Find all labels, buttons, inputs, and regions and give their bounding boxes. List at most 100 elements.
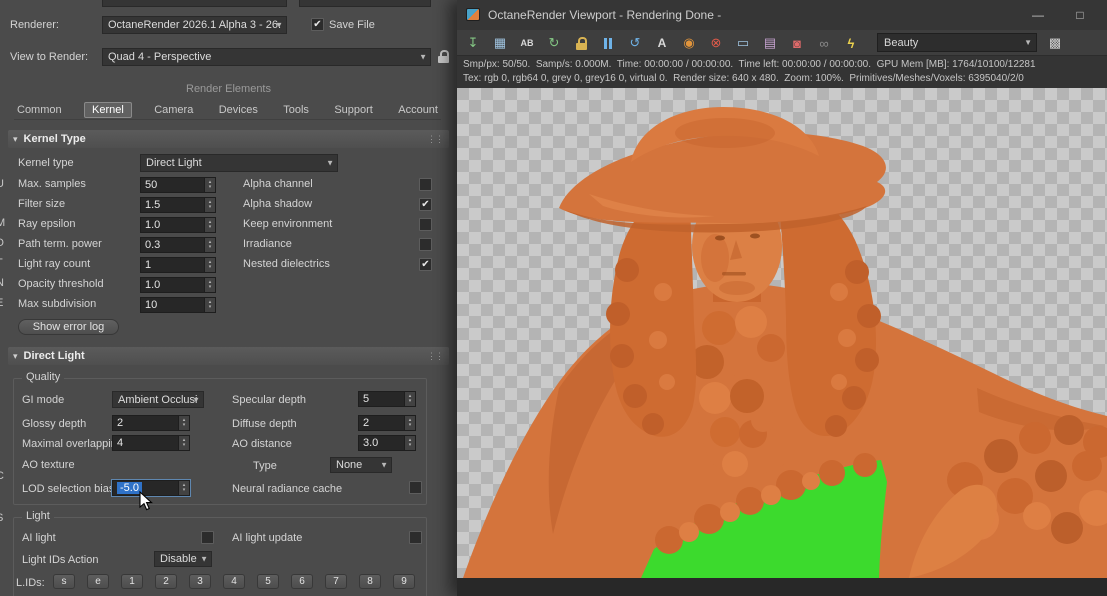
direct-light-rollout-title: Direct Light — [23, 350, 85, 362]
light-group-title: Light — [22, 510, 54, 522]
clay-mode-icon[interactable]: ⊗ — [706, 34, 726, 52]
pause-render-icon[interactable] — [598, 34, 618, 52]
alpha-channel-checkbox[interactable] — [419, 178, 432, 191]
max-samples-field[interactable]: 50 ▴ ▾ — [140, 177, 216, 193]
gi-mode-combo[interactable]: Ambient Occlusi ▼ — [112, 391, 204, 408]
spinner-buttons[interactable]: ▴ ▾ — [404, 416, 415, 430]
focus-picker-icon[interactable]: A — [652, 34, 672, 52]
lid-button-1[interactable]: 1 — [121, 574, 143, 589]
neural-radiance-cache-checkbox[interactable] — [409, 481, 422, 494]
film-region-icon[interactable]: ▤ — [760, 34, 780, 52]
tab-camera[interactable]: Camera — [151, 103, 196, 117]
kernel-type-rollout-header[interactable]: ▾ Kernel Type ⋮⋮ — [8, 130, 449, 148]
max-subdivision-field[interactable]: 10 ▴ ▾ — [140, 297, 216, 313]
light-ray-count-field[interactable]: 1 ▴ ▾ — [140, 257, 216, 273]
nested-dielectrics-checkbox[interactable]: ✔ — [419, 258, 432, 271]
max-subdivision-label: Max subdivision — [18, 298, 97, 310]
tab-tools[interactable]: Tools — [280, 103, 312, 117]
opacity-threshold-field[interactable]: 1.0 ▴ ▾ — [140, 277, 216, 293]
filter-size-field[interactable]: 1.5 ▴ ▾ — [140, 197, 216, 213]
ai-light-checkbox[interactable] — [201, 531, 214, 544]
lock-resolution-icon[interactable] — [571, 34, 591, 52]
display-settings-icon[interactable]: ▩ — [1045, 34, 1065, 52]
lid-button-5[interactable]: 5 — [257, 574, 279, 589]
spinner-buttons[interactable]: ▴ ▾ — [204, 198, 215, 212]
spinner-buttons[interactable]: ▴ ▾ — [204, 258, 215, 272]
spinner-buttons[interactable]: ▴ ▾ — [204, 218, 215, 232]
ray-epsilon-label: Ray epsilon — [18, 218, 76, 230]
renderer-combo[interactable]: OctaneRender 2026.1 Alpha 3 - 26. ▼ — [102, 16, 287, 34]
ray-epsilon-field[interactable]: 1.0 ▴ ▾ — [140, 217, 216, 233]
background-window-text: S — [0, 512, 6, 524]
kernel-type-rollout-title: Kernel Type — [23, 133, 86, 145]
spinner-buttons[interactable]: ▴ ▾ — [204, 278, 215, 292]
spinner-buttons[interactable]: ▴ ▾ — [204, 238, 215, 252]
irradiance-checkbox[interactable] — [419, 238, 432, 251]
gi-mode-value: Ambient Occlusi — [118, 393, 198, 406]
window-icon — [466, 8, 480, 21]
ab-compare-icon[interactable]: AB — [517, 34, 537, 52]
render-pass-combo[interactable]: Beauty ▼ — [877, 33, 1037, 52]
ao-distance-field[interactable]: 3.0 ▴ ▾ — [358, 435, 416, 451]
render-canvas[interactable] — [457, 88, 1107, 578]
kernel-type-combo[interactable]: Direct Light ▼ — [140, 154, 338, 172]
camera-icon[interactable]: ◙ — [787, 34, 807, 52]
lid-button-9[interactable]: 9 — [393, 574, 415, 589]
spinner-buttons[interactable]: ▴ ▾ — [178, 436, 189, 450]
glossy-depth-field[interactable]: 2 ▴ ▾ — [112, 415, 190, 431]
refresh-render-icon[interactable]: ↺ — [625, 34, 645, 52]
lid-button-s[interactable]: s — [53, 574, 75, 589]
spinner-buttons[interactable]: ▴ ▾ — [204, 178, 215, 192]
kernel-type-label: Kernel type — [18, 157, 74, 169]
preset-combo-clipped[interactable] — [102, 0, 287, 7]
save-file-checkbox[interactable]: ✔ — [311, 18, 324, 31]
render-region-icon[interactable]: ▭ — [733, 34, 753, 52]
save-render-icon[interactable]: ↧ — [463, 34, 483, 52]
ao-distance-label: AO distance — [232, 438, 292, 450]
light-ids-action-combo[interactable]: Disable ▼ — [154, 551, 212, 567]
tab-kernel[interactable]: Kernel — [84, 101, 132, 118]
minimize-button[interactable]: — — [1021, 0, 1055, 30]
lid-button-8[interactable]: 8 — [359, 574, 381, 589]
restart-render-icon[interactable]: ↻ — [544, 34, 564, 52]
spinner-buttons[interactable]: ▴ ▾ — [178, 416, 189, 430]
specular-depth-field[interactable]: 5 ▴ ▾ — [358, 391, 416, 407]
diffuse-depth-field[interactable]: 2 ▴ ▾ — [358, 415, 416, 431]
object-picker-icon[interactable]: ∞ — [814, 34, 834, 52]
lid-button-4[interactable]: 4 — [223, 574, 245, 589]
filter-size-label: Filter size — [18, 198, 66, 210]
tab-common[interactable]: Common — [14, 103, 65, 117]
tab-account[interactable]: Account — [395, 103, 441, 117]
lid-button-e[interactable]: e — [87, 574, 109, 589]
path-term-power-field[interactable]: 0.3 ▴ ▾ — [140, 237, 216, 253]
maximal-overlapping-field[interactable]: 4 ▴ ▾ — [112, 435, 190, 451]
spinner-buttons[interactable]: ▴ ▾ — [404, 436, 415, 450]
material-picker-icon[interactable]: ◉ — [679, 34, 699, 52]
realtime-render-icon[interactable]: ϟ — [841, 34, 861, 52]
spinner-buttons[interactable]: ▴ ▾ — [404, 392, 415, 406]
ai-light-label: AI light — [22, 532, 56, 544]
field-value: 3.0 — [363, 437, 379, 449]
spinner-buttons[interactable]: ▴ ▾ — [178, 481, 189, 495]
ao-texture-type-combo[interactable]: None ▼ — [330, 457, 392, 473]
copy-render-icon[interactable]: ▦ — [490, 34, 510, 52]
lid-button-3[interactable]: 3 — [189, 574, 211, 589]
view-lock-button[interactable] — [438, 50, 449, 68]
direct-light-rollout-header[interactable]: ▾ Direct Light ⋮⋮ — [8, 347, 449, 365]
tab-devices[interactable]: Devices — [216, 103, 261, 117]
maximize-button[interactable]: □ — [1063, 0, 1097, 30]
tab-support[interactable]: Support — [331, 103, 376, 117]
window-titlebar[interactable]: OctaneRender Viewport - Rendering Done -… — [457, 0, 1107, 30]
lid-button-7[interactable]: 7 — [325, 574, 347, 589]
ai-light-update-checkbox[interactable] — [409, 531, 422, 544]
view-to-render-combo[interactable]: Quad 4 - Perspective ▼ — [102, 48, 431, 66]
alpha-shadow-checkbox[interactable]: ✔ — [419, 198, 432, 211]
glossy-depth-label: Glossy depth — [22, 418, 87, 430]
show-error-log-button[interactable]: Show error log — [18, 319, 119, 335]
keep-environment-checkbox[interactable] — [419, 218, 432, 231]
spinner-buttons[interactable]: ▴ ▾ — [204, 298, 215, 312]
lid-button-2[interactable]: 2 — [155, 574, 177, 589]
lid-button-6[interactable]: 6 — [291, 574, 313, 589]
alpha-channel-label: Alpha channel — [243, 178, 313, 190]
preset-combo-clipped[interactable] — [299, 0, 431, 7]
